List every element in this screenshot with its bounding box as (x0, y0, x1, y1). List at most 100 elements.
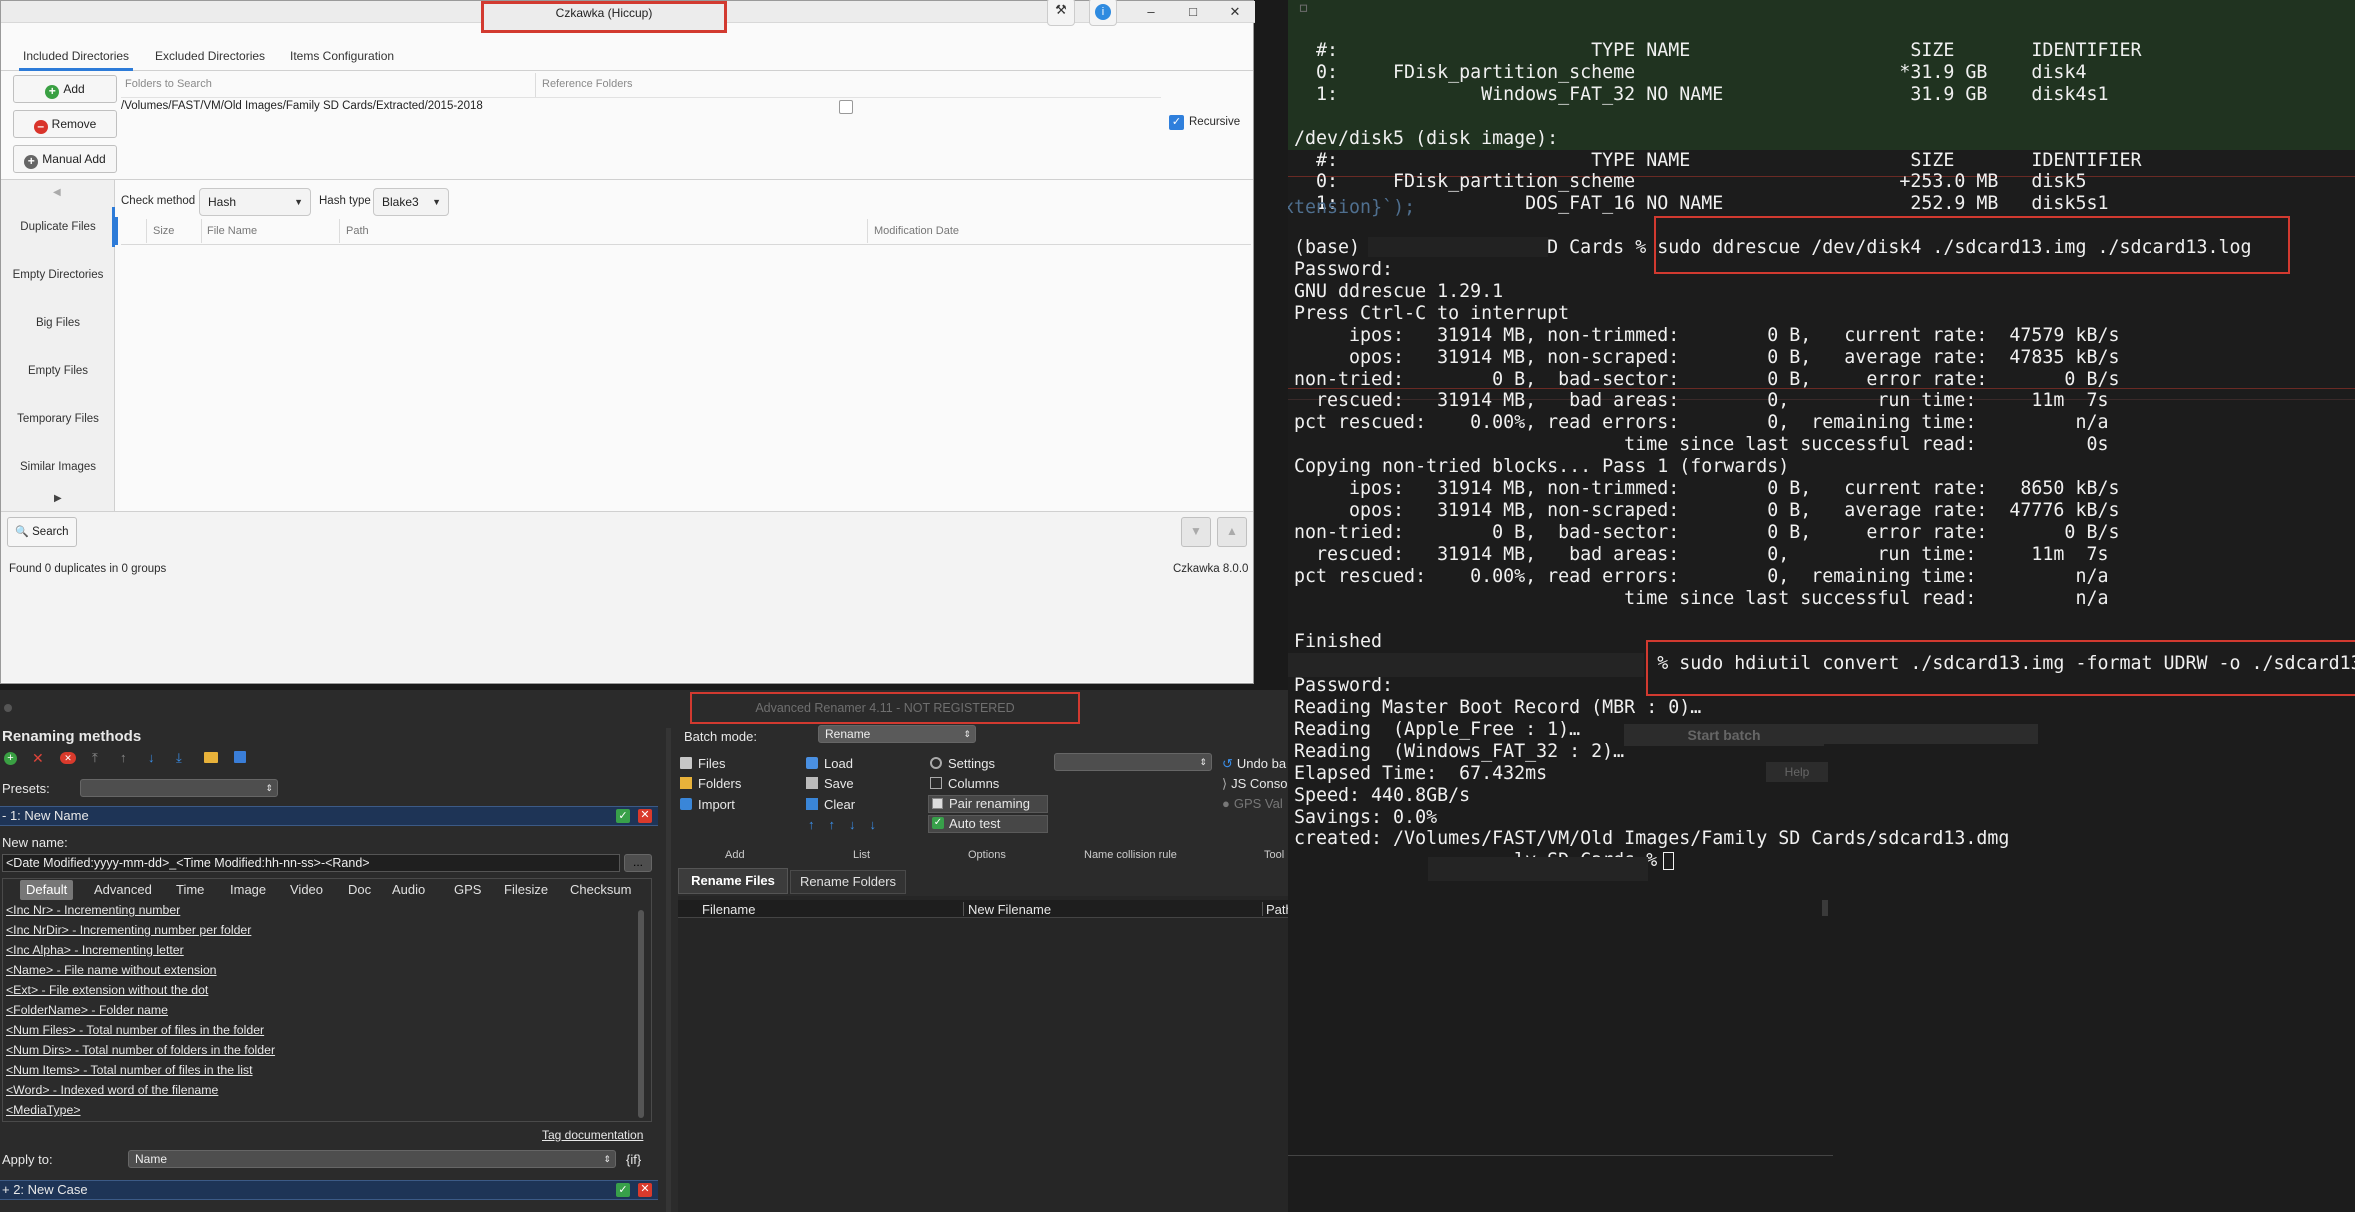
method-1-enabled-icon[interactable]: ✓ (616, 809, 630, 823)
tag-item[interactable]: <Num Items> - Total number of files in t… (6, 1063, 253, 1077)
new-filename-column-header[interactable]: New Filename (968, 902, 1051, 917)
tab-excluded-directories[interactable]: Excluded Directories (151, 47, 269, 71)
tab-checksum[interactable]: Checksum (564, 880, 637, 900)
help-button[interactable]: Help (1770, 763, 1824, 781)
move-down-icon[interactable]: ↓ (148, 750, 155, 765)
tab-audio[interactable]: Audio (386, 880, 431, 900)
clear-button[interactable]: Clear (806, 797, 855, 812)
save-list-button[interactable]: Save (806, 776, 854, 791)
tag-item[interactable]: <FolderName> - Folder name (6, 1003, 168, 1017)
load-button[interactable]: Load (806, 756, 853, 771)
folder-path[interactable]: /Volumes/FAST/VM/Old Images/Family SD Ca… (121, 100, 483, 112)
tag-documentation-link[interactable]: Tag documentation (542, 1128, 643, 1142)
info-icon[interactable]: i (1089, 0, 1117, 26)
reference-folder-checkbox[interactable] (839, 100, 853, 114)
filename-column-header[interactable]: Filename (702, 902, 755, 917)
file-list[interactable] (678, 896, 1288, 1212)
move-up-icon[interactable]: ↑ (120, 750, 127, 765)
size-column-header[interactable]: Size (153, 225, 174, 237)
open-folder-icon[interactable] (204, 752, 218, 763)
file-name-column-header[interactable]: File Name (207, 225, 257, 237)
columns-button[interactable]: Columns (930, 776, 999, 791)
tab-included-directories[interactable]: Included Directories (19, 47, 134, 71)
auto-test-toggle[interactable]: ✓ Auto test (928, 815, 1048, 833)
tab-rename-folders[interactable]: Rename Folders (790, 870, 906, 894)
tab-filesize[interactable]: Filesize (498, 880, 554, 900)
path-column-header[interactable]: Path (1266, 902, 1288, 917)
sidebar-item-empty-directories[interactable]: Empty Directories (1, 269, 115, 281)
tab-doc[interactable]: Doc (342, 880, 377, 900)
move-up-icon[interactable]: ▲ (1217, 517, 1247, 547)
file-list-scrollbar[interactable] (1822, 900, 1828, 916)
move-top-icon[interactable]: ⤒ (92, 750, 98, 766)
tab-default[interactable]: Default (20, 880, 74, 900)
path-column-header[interactable]: Path (346, 225, 369, 237)
add-button[interactable]: + Add (13, 75, 117, 103)
add-folders-button[interactable]: Folders (680, 776, 741, 791)
tag-item[interactable]: <Ext> - File extension without the dot (6, 983, 208, 997)
undo-batch-button[interactable]: ↺ Undo ba (1222, 756, 1288, 772)
tag-item[interactable]: <Inc Nr> - Incrementing number (6, 903, 180, 917)
tag-item[interactable]: <Num Dirs> - Total number of folders in … (6, 1043, 275, 1057)
add-method-icon[interactable]: + (4, 752, 17, 765)
tag-item[interactable]: <MediaType> (6, 1103, 81, 1117)
close-icon[interactable]: ✕ (1221, 1, 1249, 23)
tag-item[interactable]: <Name> - File name without extension (6, 963, 217, 977)
tab-image[interactable]: Image (224, 880, 272, 900)
tab-time[interactable]: Time (170, 880, 210, 900)
sidebar-item-similar-images[interactable]: Similar Images (1, 461, 115, 473)
if-label[interactable]: {if} (626, 1152, 641, 1167)
remove-all-icon[interactable]: ✕ (60, 752, 76, 764)
remove-button[interactable]: – Remove (13, 110, 117, 138)
tag-item[interactable]: <Inc Alpha> - Incrementing letter (6, 943, 184, 957)
new-name-input[interactable]: <Date Modified:yyyy-mm-dd>_<Time Modifie… (2, 854, 620, 872)
move-bottom-icon[interactable]: ⤓ (176, 750, 182, 766)
terminal-window[interactable]: ▫ #: TYPE NAME SIZE IDENTIFIER 0: FDisk_… (1288, 0, 2355, 1212)
panel-splitter[interactable] (666, 728, 671, 1212)
method-1-remove-icon[interactable]: ✕ (638, 809, 652, 823)
tab-advanced[interactable]: Advanced (88, 880, 158, 900)
save-icon[interactable] (234, 751, 246, 763)
batch-mode-select[interactable]: Rename ⇕ (818, 725, 976, 743)
method-2-remove-icon[interactable]: ✕ (638, 1183, 652, 1197)
apply-to-select[interactable]: Name ⇕ (128, 1150, 616, 1168)
search-button[interactable]: 🔍 Search (7, 517, 77, 547)
tag-item[interactable]: <Inc NrDir> - Incrementing number per fo… (6, 923, 251, 937)
tab-video[interactable]: Video (284, 880, 329, 900)
recursive-checkbox[interactable]: ✓ (1169, 115, 1184, 130)
hash-type-select[interactable]: Blake3 ▼ (373, 188, 449, 216)
method-2-enabled-icon[interactable]: ✓ (616, 1183, 630, 1197)
list-order-arrows[interactable]: ↑↑↓↓ (808, 817, 918, 832)
manual-add-button[interactable]: + Manual Add (13, 145, 117, 173)
sidebar-item-duplicate-files[interactable]: Duplicate Files (1, 221, 115, 233)
import-button[interactable]: Import (680, 797, 735, 812)
settings-button[interactable]: Settings (930, 756, 995, 771)
sidebar-item-big-files[interactable]: Big Files (1, 317, 115, 329)
scroll-left-icon[interactable]: ◀ (53, 187, 61, 198)
tab-gps[interactable]: GPS (448, 880, 487, 900)
remove-method-icon[interactable]: ✕ (32, 750, 44, 767)
pair-renaming-toggle[interactable]: Pair renaming (928, 795, 1048, 813)
js-console-button[interactable]: ⟩ JS Conso (1222, 776, 1288, 792)
method-row-2[interactable]: + 2: New Case ✓ ✕ (0, 1180, 658, 1200)
modification-date-column-header[interactable]: Modification Date (874, 225, 959, 237)
move-down-icon[interactable]: ▼ (1181, 517, 1211, 547)
tag-list-scrollbar[interactable] (638, 910, 644, 1118)
method-row-1[interactable]: - 1: New Name ✓ ✕ (0, 806, 658, 826)
insert-tag-button[interactable]: ... (624, 854, 652, 872)
tab-items-configuration[interactable]: Items Configuration (286, 47, 398, 71)
presets-select[interactable]: ⇕ (80, 779, 278, 797)
tag-item[interactable]: <Num Files> - Total number of files in t… (6, 1023, 264, 1037)
sidebar-item-empty-files[interactable]: Empty Files (1, 365, 115, 377)
check-method-select[interactable]: Hash ▼ (199, 188, 311, 216)
sidebar-item-temporary-files[interactable]: Temporary Files (1, 413, 115, 425)
minimize-icon[interactable]: – (1137, 1, 1165, 23)
scroll-right-icon[interactable]: ▶ (54, 493, 62, 504)
start-batch-button[interactable]: Start batch (1624, 724, 1824, 746)
add-files-button[interactable]: Files (680, 756, 725, 771)
gps-validator-button[interactable]: ● GPS Val (1222, 796, 1288, 811)
window-dot-icon[interactable] (4, 704, 12, 712)
maximize-icon[interactable]: □ (1179, 1, 1207, 23)
tab-rename-files[interactable]: Rename Files (678, 868, 788, 894)
tag-item[interactable]: <Word> - Indexed word of the filename (6, 1083, 218, 1097)
